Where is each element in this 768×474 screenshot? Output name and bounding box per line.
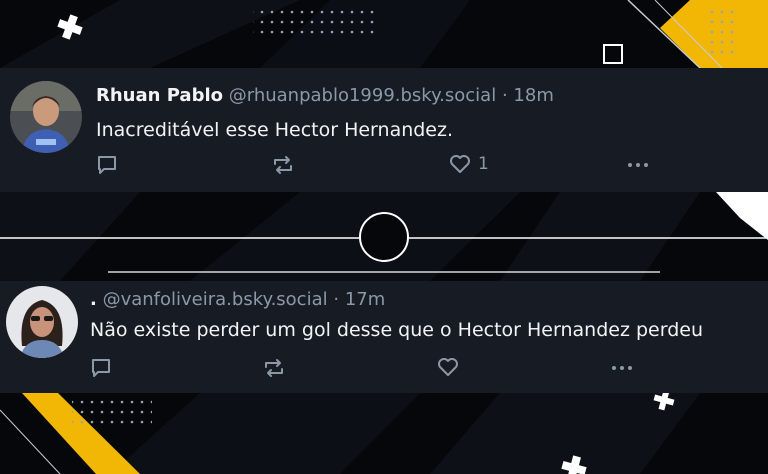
like-button[interactable]: 1 — [448, 153, 489, 175]
post-card[interactable]: Rhuan Pablo @rhuanpablo1999.bsky.social … — [0, 68, 768, 192]
repost-button[interactable] — [262, 357, 286, 379]
repost-button[interactable] — [271, 154, 295, 176]
post-text: Não existe perder um gol desse que o Hec… — [90, 319, 703, 341]
user-handle[interactable]: @rhuanpablo1999.bsky.social — [229, 85, 496, 106]
post-text: Inacreditável esse Hector Hernandez. — [96, 119, 454, 141]
post-header: Rhuan Pablo @rhuanpablo1999.bsky.social … — [96, 85, 554, 106]
more-options-button[interactable] — [610, 357, 634, 379]
more-dots-icon — [626, 154, 650, 176]
post-time[interactable]: 18m — [513, 85, 553, 106]
pitch-center-circle — [359, 212, 409, 262]
heart-icon — [448, 153, 472, 175]
more-dots-icon — [610, 357, 634, 379]
reply-button[interactable] — [96, 154, 118, 176]
more-options-button[interactable] — [626, 154, 650, 176]
display-name[interactable]: Rhuan Pablo — [96, 85, 223, 106]
post-header: . @vanfoliveira.bsky.social · 17m — [90, 289, 385, 310]
repost-icon — [271, 154, 295, 176]
post-card[interactable]: . @vanfoliveira.bsky.social · 17m Não ex… — [0, 281, 768, 393]
post-time[interactable]: 17m — [345, 289, 385, 310]
reply-icon — [90, 357, 112, 379]
display-name[interactable]: . — [90, 289, 97, 310]
reply-button[interactable] — [90, 357, 112, 379]
user-handle[interactable]: @vanfoliveira.bsky.social — [103, 289, 328, 310]
reply-icon — [96, 154, 118, 176]
user-avatar-icon[interactable] — [10, 81, 82, 153]
repost-icon — [262, 357, 286, 379]
like-count: 1 — [478, 154, 489, 174]
separator-dot: · — [333, 289, 340, 310]
heart-icon — [436, 356, 460, 378]
like-button[interactable] — [436, 356, 466, 378]
separator-dot: · — [501, 85, 508, 106]
user-avatar-icon[interactable] — [6, 286, 78, 358]
